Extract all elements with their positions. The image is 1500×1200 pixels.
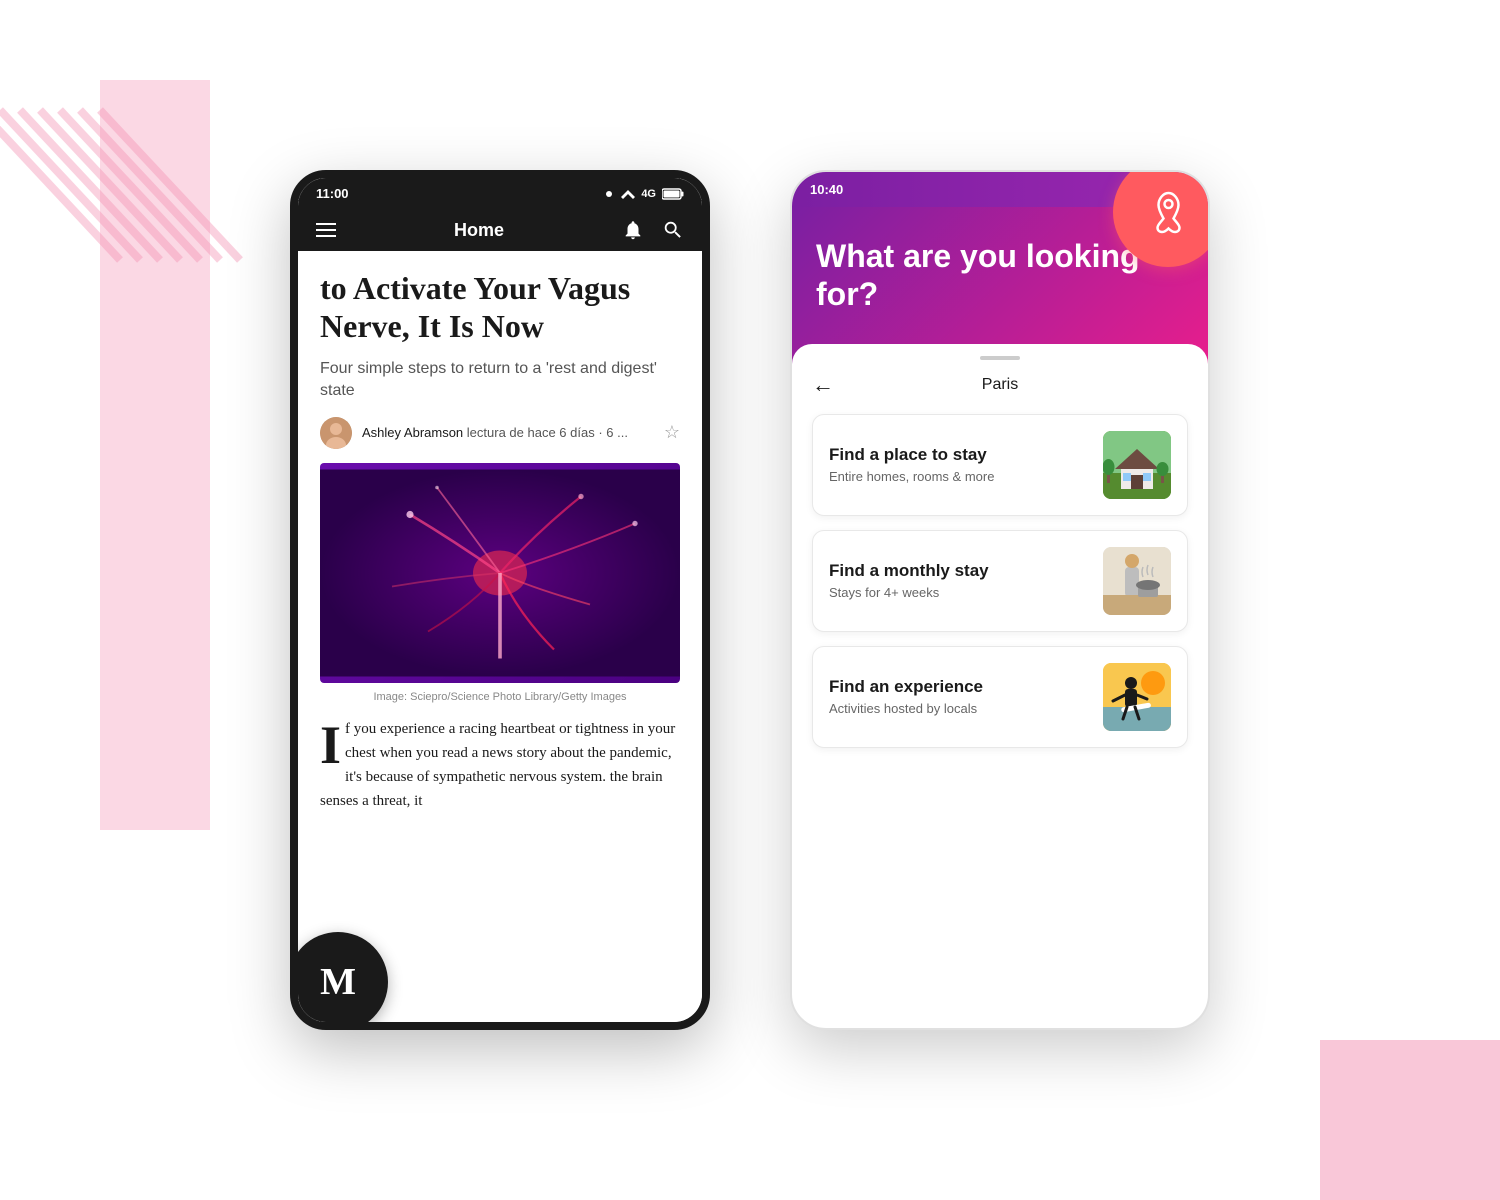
house-svg bbox=[1103, 431, 1171, 499]
medium-nav-title: Home bbox=[454, 220, 504, 241]
monthly-stay-text: Find a monthly stay Stays for 4+ weeks bbox=[829, 561, 989, 600]
author-avatar bbox=[320, 417, 352, 449]
house-image bbox=[1103, 431, 1171, 499]
experience-subtitle: Activities hosted by locals bbox=[829, 701, 983, 716]
wifi-icon bbox=[621, 188, 635, 200]
dot-icon bbox=[603, 188, 615, 200]
article-body-text: you experience a racing heartbeat or tig… bbox=[320, 721, 675, 809]
medium-phone: 11:00 4G bbox=[290, 170, 710, 1030]
airbnb-logo-svg bbox=[1141, 185, 1196, 240]
article-body: If you experience a racing heartbeat or … bbox=[320, 717, 680, 813]
medium-navbar: Home bbox=[298, 209, 702, 251]
hamburger-line-1 bbox=[316, 223, 336, 225]
network-label: 4G bbox=[641, 188, 656, 200]
place-to-stay-title: Find a place to stay bbox=[829, 445, 994, 465]
drop-cap: I bbox=[320, 725, 341, 766]
article-subtitle: Four simple steps to return to a 'rest a… bbox=[320, 358, 680, 403]
medium-time: 11:00 bbox=[316, 186, 349, 201]
monthly-stay-subtitle: Stays for 4+ weeks bbox=[829, 585, 989, 600]
article-image bbox=[320, 463, 680, 683]
back-button[interactable]: ← bbox=[812, 372, 834, 398]
kitchen-svg bbox=[1103, 547, 1171, 615]
monthly-stay-title: Find a monthly stay bbox=[829, 561, 989, 581]
author-avatar-img bbox=[320, 417, 352, 449]
monthly-stay-image bbox=[1103, 547, 1171, 615]
author-name: Ashley Abramson bbox=[362, 425, 463, 440]
experience-title: Find an experience bbox=[829, 677, 983, 697]
battery-icon bbox=[662, 188, 684, 200]
medium-nav-icons bbox=[622, 219, 684, 241]
main-container: 11:00 4G bbox=[0, 0, 1500, 1200]
monthly-stay-card[interactable]: Find a monthly stay Stays for 4+ weeks bbox=[812, 530, 1188, 632]
search-icon[interactable] bbox=[662, 219, 684, 241]
medium-status-icons: 4G bbox=[603, 188, 684, 200]
image-caption: Image: Sciepro/Science Photo Library/Get… bbox=[320, 691, 680, 703]
avatar-svg bbox=[320, 417, 352, 449]
medium-status-bar: 11:00 4G bbox=[298, 178, 702, 209]
medium-phone-inner: 11:00 4G bbox=[298, 178, 702, 1022]
place-to-stay-text: Find a place to stay Entire homes, rooms… bbox=[829, 445, 994, 484]
airbnb-sheet: ← Paris Find a place to stay Entire home… bbox=[792, 344, 1208, 782]
place-to-stay-image bbox=[1103, 431, 1171, 499]
sheet-nav: ← Paris bbox=[812, 376, 1188, 394]
article-title: to Activate Your Vagus Nerve, It Is Now bbox=[320, 269, 680, 346]
bell-icon[interactable] bbox=[622, 219, 644, 241]
hamburger-line-2 bbox=[316, 229, 336, 231]
medium-article-content: to Activate Your Vagus Nerve, It Is Now … bbox=[298, 251, 702, 831]
experience-image bbox=[1103, 663, 1171, 731]
airbnb-phone: 10:40 What are you looking for? bbox=[790, 170, 1210, 1030]
place-to-stay-subtitle: Entire homes, rooms & more bbox=[829, 469, 994, 484]
author-row: Ashley Abramson lectura de hace 6 días ·… bbox=[320, 417, 680, 449]
location-title: Paris bbox=[982, 376, 1018, 394]
hamburger-line-3 bbox=[316, 235, 336, 237]
experience-card[interactable]: Find an experience Activities hosted by … bbox=[812, 646, 1188, 748]
hamburger-menu[interactable] bbox=[316, 223, 336, 237]
surfer-image bbox=[1103, 663, 1171, 731]
medium-logo: M bbox=[290, 932, 388, 1030]
kitchen-image bbox=[1103, 547, 1171, 615]
author-meta: lectura de hace 6 días · 6 ... bbox=[467, 425, 628, 440]
author-info: Ashley Abramson lectura de hace 6 días ·… bbox=[362, 425, 628, 440]
sheet-handle bbox=[980, 356, 1020, 360]
medium-logo-text: M bbox=[320, 960, 356, 1004]
place-to-stay-card[interactable]: Find a place to stay Entire homes, rooms… bbox=[812, 414, 1188, 516]
experience-text: Find an experience Activities hosted by … bbox=[829, 677, 983, 716]
neuron-svg bbox=[320, 463, 680, 683]
airbnb-phone-inner: 10:40 What are you looking for? bbox=[792, 172, 1208, 1028]
bookmark-icon[interactable]: ☆ bbox=[664, 422, 680, 443]
surfer-svg bbox=[1103, 663, 1171, 731]
airbnb-time: 10:40 bbox=[810, 182, 843, 197]
